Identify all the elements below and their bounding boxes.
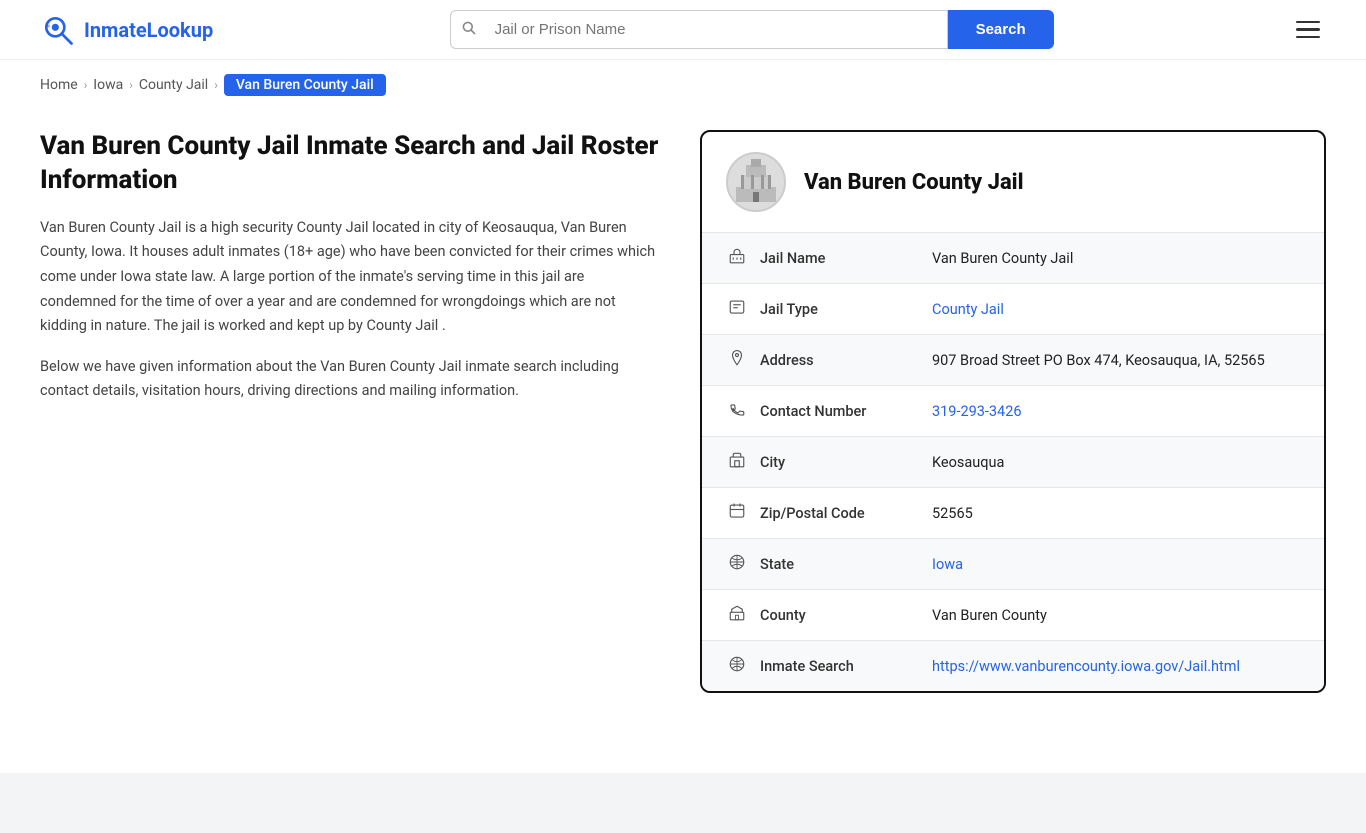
- logo-link[interactable]: InmateLookup: [40, 12, 213, 48]
- row-link[interactable]: https://www.vanburencounty.iowa.gov/Jail…: [932, 658, 1240, 675]
- row-value: 907 Broad Street PO Box 474, Keosauqua, …: [932, 352, 1300, 369]
- breadcrumb-current: Van Buren County Jail: [224, 74, 386, 96]
- row-value: 52565: [932, 505, 1300, 522]
- main-content: Van Buren County Jail Inmate Search and …: [0, 110, 1366, 733]
- card-title: Van Buren County Jail: [804, 170, 1024, 195]
- table-row: City Keosauqua: [702, 437, 1324, 488]
- breadcrumb-home[interactable]: Home: [40, 77, 78, 93]
- row-value: Van Buren County Jail: [932, 250, 1300, 267]
- row-value[interactable]: Iowa: [932, 556, 1300, 573]
- table-row: Zip/Postal Code 52565: [702, 488, 1324, 539]
- row-label: County: [760, 607, 920, 624]
- table-row: County Van Buren County: [702, 590, 1324, 641]
- row-value: Van Buren County: [932, 607, 1300, 624]
- row-label: State: [760, 556, 920, 573]
- hamburger-line-3: [1296, 36, 1320, 39]
- row-label: Contact Number: [760, 403, 920, 420]
- row-label: Inmate Search: [760, 658, 920, 675]
- zip-icon: [726, 502, 748, 524]
- page-title: Van Buren County Jail Inmate Search and …: [40, 130, 660, 198]
- city-icon: [726, 451, 748, 473]
- breadcrumb-iowa[interactable]: Iowa: [93, 77, 123, 93]
- state-icon: [726, 553, 748, 575]
- breadcrumb-sep-1: ›: [84, 78, 88, 92]
- search-button[interactable]: Search: [948, 10, 1054, 49]
- type-icon: [726, 298, 748, 320]
- info-table: Jail Name Van Buren County Jail Jail Type C…: [702, 233, 1324, 691]
- hamburger-line-1: [1296, 21, 1320, 24]
- right-column: Van Buren County Jail Jail Name Van Buren…: [700, 130, 1326, 693]
- phone-icon: [726, 400, 748, 422]
- search-area: Search: [450, 10, 1054, 49]
- jail-icon: [726, 247, 748, 269]
- page-description-2: Below we have given information about th…: [40, 355, 660, 404]
- search-input[interactable]: [487, 11, 947, 48]
- page-description-1: Van Buren County Jail is a high security…: [40, 216, 660, 339]
- row-value[interactable]: County Jail: [932, 301, 1300, 318]
- building-icon: [731, 157, 781, 207]
- table-row: Address 907 Broad Street PO Box 474, Keos…: [702, 335, 1324, 386]
- row-label: Address: [760, 352, 920, 369]
- row-link[interactable]: County Jail: [932, 301, 1004, 318]
- table-row: Jail Name Van Buren County Jail: [702, 233, 1324, 284]
- info-card: Van Buren County Jail Jail Name Van Buren…: [700, 130, 1326, 693]
- row-value: Keosauqua: [932, 454, 1300, 471]
- search-icon: [451, 20, 487, 40]
- row-label: Jail Name: [760, 250, 920, 267]
- row-link[interactable]: Iowa: [932, 556, 963, 573]
- breadcrumb-sep-2: ›: [129, 78, 133, 92]
- web-icon: [726, 655, 748, 677]
- row-link[interactable]: 319-293-3426: [932, 403, 1022, 420]
- jail-avatar: [726, 152, 786, 212]
- hamburger-menu[interactable]: [1290, 15, 1326, 45]
- logo-icon: [40, 12, 76, 48]
- table-row: Inmate Search https://www.vanburencounty.…: [702, 641, 1324, 691]
- table-row: Jail Type County Jail: [702, 284, 1324, 335]
- breadcrumb-county-jail[interactable]: County Jail: [139, 77, 208, 93]
- footer: [0, 773, 1366, 833]
- location-icon: [726, 349, 748, 371]
- row-label: City: [760, 454, 920, 471]
- breadcrumb-sep-3: ›: [214, 78, 218, 92]
- breadcrumb: Home › Iowa › County Jail › Van Buren Co…: [0, 60, 1366, 110]
- row-value[interactable]: 319-293-3426: [932, 403, 1300, 420]
- header: InmateLookup Search: [0, 0, 1366, 60]
- row-label: Zip/Postal Code: [760, 505, 920, 522]
- left-column: Van Buren County Jail Inmate Search and …: [40, 130, 660, 693]
- hamburger-line-2: [1296, 28, 1320, 31]
- search-bar: [450, 10, 948, 49]
- logo-text: InmateLookup: [84, 18, 213, 42]
- table-row: Contact Number 319-293-3426: [702, 386, 1324, 437]
- table-row: State Iowa: [702, 539, 1324, 590]
- card-header: Van Buren County Jail: [702, 132, 1324, 233]
- county-icon: [726, 604, 748, 626]
- row-value[interactable]: https://www.vanburencounty.iowa.gov/Jail…: [932, 658, 1300, 675]
- row-label: Jail Type: [760, 301, 920, 318]
